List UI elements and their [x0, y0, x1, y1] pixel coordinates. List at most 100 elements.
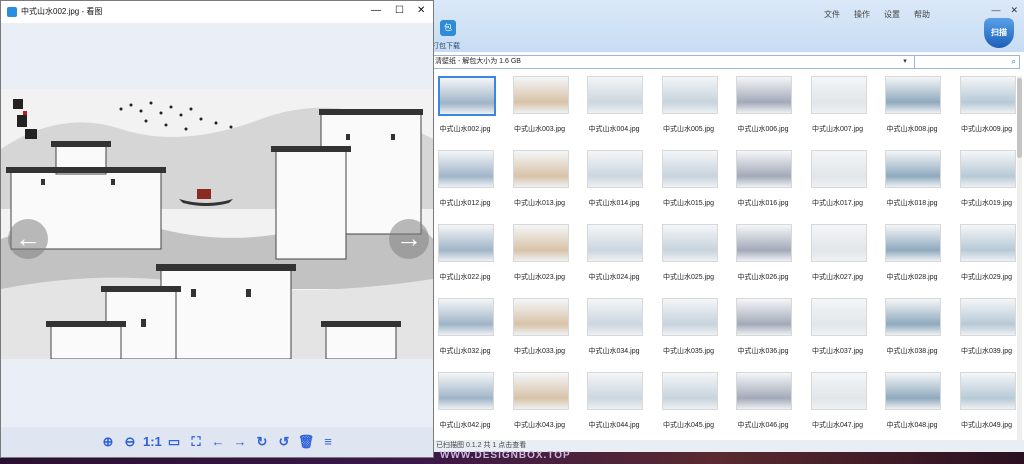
thumbnail-image[interactable] — [512, 224, 569, 262]
slideshow-icon[interactable]: ⛶ — [187, 433, 205, 451]
thumbnail-image[interactable] — [959, 224, 1016, 262]
search-input[interactable]: ⌕ — [914, 55, 1020, 69]
thumbnail-image[interactable] — [885, 150, 941, 188]
thumbnail-image[interactable] — [512, 298, 569, 336]
thumbnail-item[interactable]: 中式山水043.jpg — [505, 372, 575, 442]
thumbnail-image[interactable] — [810, 298, 867, 336]
thumbnail-item[interactable]: 中式山水017.jpg — [803, 150, 873, 220]
chevron-down-icon[interactable]: ▾ — [900, 56, 910, 67]
scan-button[interactable]: 扫描 — [984, 18, 1014, 48]
thumbnail-image[interactable] — [959, 76, 1016, 114]
thumbnail-image[interactable] — [438, 150, 494, 188]
thumbnail-item[interactable]: 中式山水024.jpg — [579, 224, 649, 294]
thumbnail-image[interactable] — [512, 150, 569, 188]
thumbnail-image[interactable] — [661, 224, 718, 262]
thumbnail-image[interactable] — [587, 150, 643, 188]
thumbnail-item[interactable]: 中式山水002.jpg — [430, 76, 500, 146]
close-button[interactable]: ✕ — [417, 5, 425, 16]
thumbnail-item[interactable]: 中式山水038.jpg — [877, 298, 947, 368]
thumbnail-image[interactable] — [661, 298, 718, 336]
menu-icon[interactable]: ≡ — [319, 433, 337, 451]
menu-settings[interactable]: 设置 — [884, 9, 900, 20]
thumbnail-item[interactable]: 中式山水049.jpg — [952, 372, 1022, 442]
thumbnail-item[interactable]: 中式山水047.jpg — [803, 372, 873, 442]
zoom-out-icon[interactable]: ⊖ — [121, 433, 139, 451]
prev-image-button[interactable]: ← — [8, 219, 48, 259]
thumbnail-image[interactable] — [736, 298, 792, 336]
open-folder-icon[interactable]: ▭ — [165, 433, 183, 451]
thumbnail-image[interactable] — [587, 372, 643, 410]
thumbnail-image[interactable] — [438, 298, 494, 336]
image-canvas[interactable]: ← → — [1, 89, 433, 359]
thumbnail-item[interactable]: 中式山水012.jpg — [430, 150, 500, 220]
thumbnail-item[interactable]: 中式山水048.jpg — [877, 372, 947, 442]
delete-icon[interactable]: 🗑 — [297, 433, 315, 451]
thumbnail-item[interactable]: 中式山水005.jpg — [654, 76, 724, 146]
thumbnail-item[interactable]: 中式山水022.jpg — [430, 224, 500, 294]
rotate-right-icon[interactable]: ↻ — [253, 433, 271, 451]
menu-action[interactable]: 操作 — [854, 9, 870, 20]
thumbnail-item[interactable]: 中式山水026.jpg — [728, 224, 798, 294]
thumbnail-item[interactable]: 中式山水046.jpg — [728, 372, 798, 442]
thumbnail-item[interactable]: 中式山水032.jpg — [430, 298, 500, 368]
thumbnail-item[interactable]: 中式山水015.jpg — [654, 150, 724, 220]
thumbnail-item[interactable]: 中式山水004.jpg — [579, 76, 649, 146]
thumbnail-image[interactable] — [885, 372, 941, 410]
thumbnail-image[interactable] — [885, 298, 941, 336]
close-button[interactable]: ✕ — [1010, 5, 1018, 16]
thumbnail-item[interactable]: 中式山水006.jpg — [728, 76, 798, 146]
thumbnail-item[interactable]: 中式山水016.jpg — [728, 150, 798, 220]
thumbnail-item[interactable]: 中式山水018.jpg — [877, 150, 947, 220]
menu-file[interactable]: 文件 — [824, 9, 840, 20]
thumbnail-image[interactable] — [587, 76, 643, 114]
thumbnail-image[interactable] — [810, 76, 867, 114]
actual-size-icon[interactable]: 1:1 — [143, 433, 162, 451]
thumbnail-image[interactable] — [661, 150, 718, 188]
thumbnail-item[interactable]: 中式山水003.jpg — [505, 76, 575, 146]
thumbnail-image[interactable] — [736, 76, 792, 114]
thumbnail-item[interactable]: 中式山水019.jpg — [952, 150, 1022, 220]
thumbnail-image[interactable] — [810, 224, 867, 262]
thumbnail-image[interactable] — [959, 150, 1016, 188]
zoom-in-icon[interactable]: ⊕ — [99, 433, 117, 451]
thumbnail-image[interactable] — [885, 224, 941, 262]
thumbnail-item[interactable]: 中式山水029.jpg — [952, 224, 1022, 294]
thumbnail-item[interactable]: 中式山水014.jpg — [579, 150, 649, 220]
next-arrow-icon[interactable]: → — [231, 433, 249, 451]
thumbnail-image[interactable] — [810, 150, 867, 188]
thumbnail-image[interactable] — [438, 76, 496, 116]
thumbnail-image[interactable] — [438, 372, 494, 410]
thumbnail-image[interactable] — [661, 76, 718, 114]
thumbnail-image[interactable] — [810, 372, 867, 410]
thumbnail-image[interactable] — [587, 224, 643, 262]
rotate-left-icon[interactable]: ↺ — [275, 433, 293, 451]
thumbnail-item[interactable]: 中式山水034.jpg — [579, 298, 649, 368]
thumbnail-image[interactable] — [587, 298, 643, 336]
pack-download-button[interactable]: 包 — [440, 20, 456, 36]
maximize-button[interactable]: ☐ — [395, 5, 404, 16]
menu-help[interactable]: 帮助 — [914, 9, 930, 20]
thumbnail-item[interactable]: 中式山水042.jpg — [430, 372, 500, 442]
thumbnail-item[interactable]: 中式山水027.jpg — [803, 224, 873, 294]
thumbnail-item[interactable]: 中式山水007.jpg — [803, 76, 873, 146]
thumbnail-item[interactable]: 中式山水009.jpg — [952, 76, 1022, 146]
thumbnail-image[interactable] — [438, 224, 494, 262]
thumbnail-item[interactable]: 中式山水037.jpg — [803, 298, 873, 368]
minimize-button[interactable]: — — [991, 5, 1000, 16]
thumbnail-image[interactable] — [661, 372, 718, 410]
thumbnail-image[interactable] — [736, 224, 792, 262]
thumbnail-item[interactable]: 中式山水045.jpg — [654, 372, 724, 442]
thumbnail-image[interactable] — [959, 298, 1016, 336]
thumbnail-item[interactable]: 中式山水035.jpg — [654, 298, 724, 368]
thumbnail-item[interactable]: 中式山水028.jpg — [877, 224, 947, 294]
prev-arrow-icon[interactable]: ← — [209, 433, 227, 451]
thumbnail-item[interactable]: 中式山水023.jpg — [505, 224, 575, 294]
next-image-button[interactable]: → — [389, 219, 429, 259]
thumbnail-item[interactable]: 中式山水033.jpg — [505, 298, 575, 368]
thumbnail-image[interactable] — [512, 372, 569, 410]
thumbnail-item[interactable]: 中式山水036.jpg — [728, 298, 798, 368]
thumbnail-item[interactable]: 中式山水044.jpg — [579, 372, 649, 442]
thumbnail-image[interactable] — [736, 372, 792, 410]
thumbnail-image[interactable] — [736, 150, 792, 188]
thumbnail-image[interactable] — [885, 76, 941, 114]
